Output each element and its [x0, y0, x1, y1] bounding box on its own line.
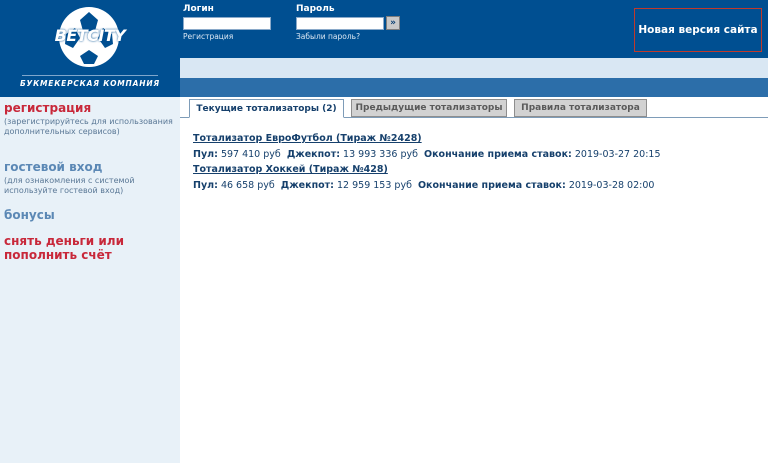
- logo-divider: [22, 75, 158, 76]
- pool-value: 46 658 руб: [220, 180, 275, 191]
- tab-current[interactable]: Текущие тотализаторы (2): [189, 99, 344, 118]
- end-label: Окончание приема ставок:: [417, 180, 566, 191]
- password-label: Пароль: [296, 4, 335, 14]
- sidebar-bonuses-link[interactable]: бонусы: [4, 208, 55, 222]
- sidebar: регистрация (зарегистрируйтесь для испол…: [0, 97, 180, 463]
- header-strip-light: [180, 58, 768, 78]
- jackpot-value: 13 993 336 руб: [343, 149, 418, 160]
- logo[interactable]: BETCITY БУКМЕКЕРСКАЯ КОМПАНИЯ: [0, 0, 180, 97]
- login-input[interactable]: [183, 17, 271, 30]
- new-version-button[interactable]: Новая версия сайта: [634, 8, 762, 52]
- pool-label: Пул:: [193, 180, 218, 191]
- jackpot-label: Джекпот:: [280, 180, 334, 191]
- logo-subtitle: БУКМЕКЕРСКАЯ КОМПАНИЯ: [20, 79, 160, 88]
- forgot-password-link[interactable]: Забыли пароль?: [296, 32, 360, 41]
- end-value: 2019-03-27 20:15: [574, 149, 661, 160]
- totalizator-info: Пул: 46 658 руб Джекпот: 12 959 153 руб …: [193, 180, 654, 191]
- tab-previous[interactable]: Предыдущие тотализаторы: [351, 99, 507, 117]
- sidebar-registration-link[interactable]: регистрация: [4, 101, 91, 115]
- sidebar-withdraw-link[interactable]: снять деньги или пополнить счёт: [4, 234, 124, 262]
- logo-text: BETCITY: [54, 26, 126, 45]
- totalizator-title-link[interactable]: Тотализатор ЕвроФутбол (Тираж №2428): [193, 133, 422, 144]
- sidebar-registration-note: (зарегистрируйтесь для использования доп…: [4, 117, 173, 136]
- jackpot-label: Джекпот:: [286, 149, 341, 160]
- end-value: 2019-03-28 02:00: [568, 180, 655, 191]
- tab-rules[interactable]: Правила тотализатора: [514, 99, 647, 117]
- jackpot-value: 12 959 153 руб: [337, 180, 412, 191]
- sidebar-guest-note: (для ознакомления с системой используйте…: [4, 176, 135, 195]
- register-link[interactable]: Регистрация: [183, 32, 233, 41]
- totalizator-info: Пул: 597 410 руб Джекпот: 13 993 336 руб…: [193, 149, 660, 160]
- end-label: Окончание приема ставок:: [424, 149, 572, 160]
- pool-label: Пул:: [193, 149, 218, 160]
- header-strip-blue: [180, 78, 768, 97]
- totalizator-title-link[interactable]: Тотализатор Хоккей (Тираж №428): [193, 164, 388, 175]
- password-input[interactable]: [296, 17, 384, 30]
- login-submit-button[interactable]: »: [386, 16, 400, 30]
- pool-value: 597 410 руб: [220, 149, 281, 160]
- login-label: Логин: [183, 4, 214, 14]
- sidebar-guest-link[interactable]: гостевой вход: [4, 160, 102, 174]
